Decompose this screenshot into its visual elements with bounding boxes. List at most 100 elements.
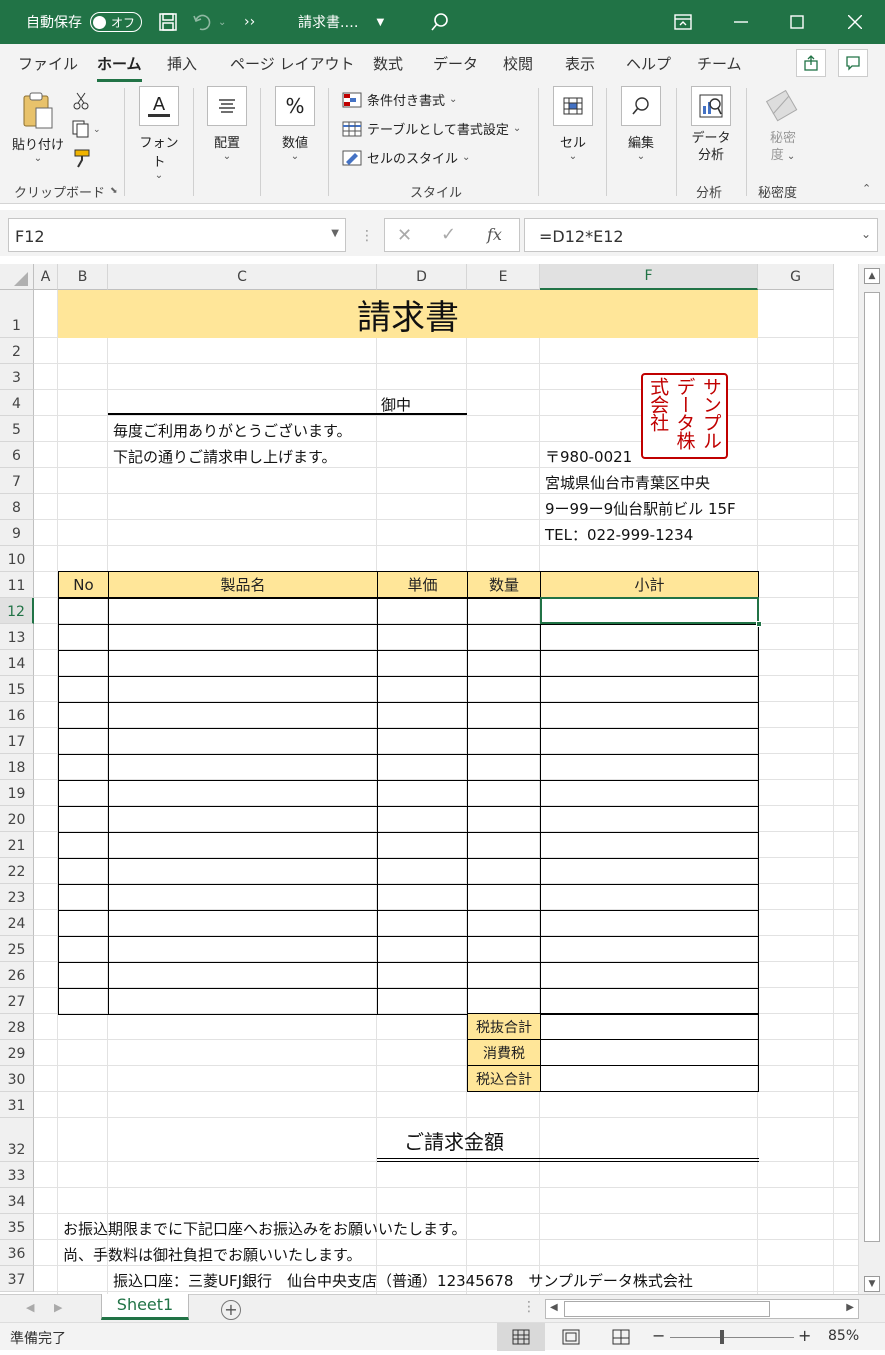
table-cell[interactable]	[108, 806, 378, 833]
table-cell[interactable]	[108, 754, 378, 781]
scroll-thumb[interactable]	[864, 292, 880, 1242]
row-header-35[interactable]: 35	[0, 1214, 34, 1240]
vertical-scrollbar[interactable]: ▲ ▼	[858, 264, 885, 1294]
h-scroll-thumb[interactable]	[564, 1301, 770, 1317]
autosave-toggle[interactable]: オフ	[90, 12, 143, 32]
column-header-d[interactable]: D	[377, 264, 467, 290]
autosave[interactable]: 自動保存 オフ	[26, 0, 143, 44]
table-cell[interactable]	[467, 832, 541, 859]
table-cell[interactable]	[467, 598, 541, 625]
expand-formula-icon[interactable]: ⌄	[861, 227, 871, 241]
close-icon[interactable]	[848, 0, 862, 44]
zoom-level[interactable]: 85%	[828, 1328, 859, 1344]
row-header-33[interactable]: 33	[0, 1162, 34, 1188]
zoom-slider-thumb[interactable]	[720, 1330, 724, 1344]
cells-button[interactable]: セル ⌄	[550, 86, 596, 162]
table-cell[interactable]	[108, 780, 378, 807]
table-cell[interactable]	[467, 780, 541, 807]
row-header-15[interactable]: 15	[0, 676, 34, 702]
table-cell[interactable]	[467, 910, 541, 937]
row-header-9[interactable]: 9	[0, 520, 34, 546]
collapse-ribbon-icon[interactable]: ⌃	[862, 182, 871, 195]
row-header-18[interactable]: 18	[0, 754, 34, 780]
table-cell[interactable]	[467, 858, 541, 885]
row-header-7[interactable]: 7	[0, 468, 34, 494]
row-header-11[interactable]: 11	[0, 572, 34, 598]
worksheet[interactable]: ABCDEFG 1 2 3 4 5 6 7 8 9 10 11 12 13 14 15 16 17 18 19 20 2…	[0, 264, 885, 1294]
zoom-out-icon[interactable]: −	[652, 1326, 665, 1345]
prev-sheet-icon[interactable]: ◀	[26, 1301, 34, 1314]
page-layout-view-icon[interactable]	[562, 1329, 580, 1349]
sheet-tab-sheet1[interactable]: Sheet1	[101, 1294, 189, 1320]
tab-help[interactable]: ヘルプ	[626, 53, 671, 74]
table-cell[interactable]	[58, 598, 109, 625]
table-cell[interactable]	[108, 936, 378, 963]
table-cell[interactable]	[377, 676, 468, 703]
normal-view-button[interactable]	[497, 1323, 545, 1351]
tab-insert[interactable]: 挿入	[167, 53, 197, 74]
row-header-12[interactable]: 12	[0, 598, 34, 624]
table-cell[interactable]	[377, 884, 468, 911]
row-header-21[interactable]: 21	[0, 832, 34, 858]
table-cell[interactable]	[377, 598, 468, 625]
table-cell[interactable]	[58, 650, 109, 677]
row-header-10[interactable]: 10	[0, 546, 34, 572]
table-cell[interactable]	[540, 754, 759, 781]
next-sheet-icon[interactable]: ▶	[54, 1301, 62, 1314]
table-cell[interactable]	[58, 780, 109, 807]
scroll-right-icon[interactable]: ▶	[846, 1302, 854, 1313]
scroll-left-icon[interactable]: ◀	[550, 1302, 558, 1313]
table-cell[interactable]	[540, 884, 759, 911]
table-cell[interactable]	[377, 858, 468, 885]
tab-view[interactable]: 表示	[565, 53, 595, 74]
row-header-20[interactable]: 20	[0, 806, 34, 832]
table-cell[interactable]	[58, 988, 109, 1015]
table-cell[interactable]	[108, 962, 378, 989]
fill-handle[interactable]	[756, 621, 762, 627]
tab-data[interactable]: データ	[433, 53, 478, 74]
table-cell[interactable]	[377, 832, 468, 859]
editing-button[interactable]: 編集 ⌄	[618, 86, 664, 162]
row-header-29[interactable]: 29	[0, 1040, 34, 1066]
table-cell[interactable]	[108, 988, 378, 1015]
row-header-34[interactable]: 34	[0, 1188, 34, 1214]
cut-icon[interactable]	[72, 92, 90, 114]
table-cell[interactable]	[540, 702, 759, 729]
row-header-6[interactable]: 6	[0, 442, 34, 468]
scroll-up-icon[interactable]: ▲	[864, 268, 880, 284]
tab-page-layout[interactable]: ページ レイアウト	[230, 53, 354, 74]
table-cell[interactable]	[377, 988, 468, 1015]
cell-styles-button[interactable]: セルのスタイル ⌄	[342, 148, 470, 167]
format-painter-icon[interactable]	[72, 148, 92, 172]
search-icon[interactable]	[430, 0, 450, 44]
table-cell[interactable]	[377, 650, 468, 677]
table-cell[interactable]	[108, 858, 378, 885]
table-cell[interactable]	[58, 884, 109, 911]
row-header-3[interactable]: 3	[0, 364, 34, 390]
analyze-data-button[interactable]: データ 分析	[688, 86, 734, 164]
table-cell[interactable]	[377, 624, 468, 651]
row-header-14[interactable]: 14	[0, 650, 34, 676]
table-cell[interactable]	[540, 832, 759, 859]
row-header-30[interactable]: 30	[0, 1066, 34, 1092]
table-cell[interactable]	[108, 598, 378, 625]
table-cell[interactable]	[108, 650, 378, 677]
column-header-a[interactable]: A	[34, 264, 58, 290]
tab-home[interactable]: ホーム	[97, 53, 142, 82]
column-header-b[interactable]: B	[58, 264, 108, 290]
add-sheet-icon[interactable]: +	[221, 1300, 241, 1320]
alignment-button[interactable]: 配置 ⌄	[204, 86, 250, 162]
row-header-19[interactable]: 19	[0, 780, 34, 806]
table-cell[interactable]	[108, 702, 378, 729]
table-cell[interactable]	[58, 624, 109, 651]
table-cell[interactable]	[540, 858, 759, 885]
row-header-27[interactable]: 27	[0, 988, 34, 1014]
tab-file[interactable]: ファイル	[18, 53, 78, 74]
split-handle-icon[interactable]: ⋮	[522, 1299, 536, 1315]
file-name[interactable]: 請求書.… ▼	[298, 0, 384, 44]
zoom-in-icon[interactable]: +	[798, 1326, 811, 1345]
table-cell[interactable]	[58, 728, 109, 755]
table-cell[interactable]	[540, 780, 759, 807]
table-cell[interactable]	[108, 728, 378, 755]
table-cell[interactable]	[58, 702, 109, 729]
